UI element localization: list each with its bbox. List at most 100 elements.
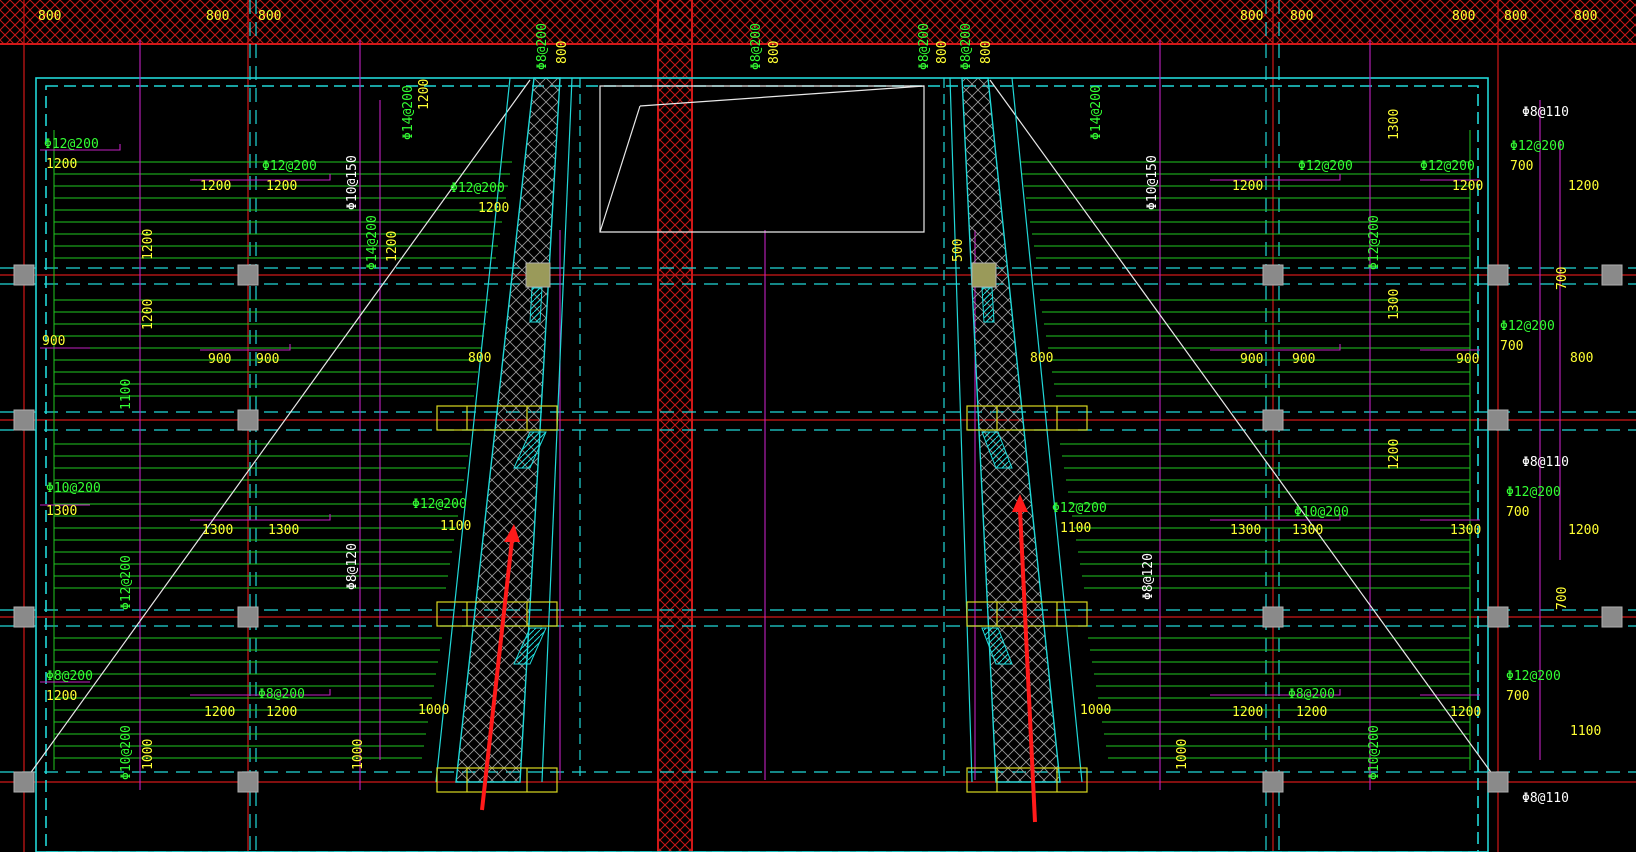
rebar-lines-right: [1020, 130, 1471, 770]
label-m6: 800: [767, 41, 782, 64]
label-r35: 1200: [1232, 705, 1263, 720]
top-dim-8: 800: [1574, 9, 1597, 24]
label-r38: 1100: [1570, 724, 1601, 739]
top-dim-1: 800: [38, 9, 61, 24]
label-l19: 800: [468, 351, 491, 366]
label-r33: 700: [1506, 689, 1529, 704]
label-r22: Φ12@200: [1506, 485, 1561, 500]
label-l10b: 1300: [268, 523, 299, 538]
label-l2: Φ12@200: [262, 159, 317, 174]
label-l21: 1000: [418, 703, 449, 718]
label-m3: Φ8@200: [917, 23, 932, 70]
label-r31: Φ8@120: [1141, 553, 1156, 600]
label-l10: 1300: [202, 523, 233, 538]
label-l2b: 1200: [200, 179, 231, 194]
label-m5: 800: [555, 41, 570, 64]
label-l11: Φ12@200: [412, 497, 467, 512]
label-l2c: 1200: [266, 179, 297, 194]
label-m4: Φ8@200: [959, 23, 974, 70]
label-l13: Φ8@200: [258, 687, 305, 702]
label-l12b: 1200: [46, 689, 77, 704]
label-r26: 1300: [1292, 523, 1323, 538]
label-r44: 700: [1555, 587, 1570, 610]
label-l3: Φ12@200: [450, 181, 505, 196]
label-r23: 700: [1506, 505, 1529, 520]
label-r18: Φ12@200: [1500, 319, 1555, 334]
label-l8: 900: [208, 352, 231, 367]
label-m2: Φ8@200: [749, 23, 764, 70]
label-l1: Φ12@200: [44, 137, 99, 152]
label-l18: Φ12@200: [119, 555, 134, 610]
label-r27: 1300: [1450, 523, 1481, 538]
label-r3: 700: [1510, 159, 1533, 174]
top-wall-hatch: [0, 0, 1636, 44]
label-l23: 1200: [141, 299, 156, 330]
label-r8: 1200: [1452, 179, 1483, 194]
label-r2: Φ12@200: [1510, 139, 1565, 154]
label-l14: 1200: [266, 705, 297, 720]
label-l5: Φ14@200: [401, 85, 416, 140]
label-r42: 700: [1555, 267, 1570, 290]
slab-diagonals: [23, 79, 1499, 783]
label-l15: Φ8@120: [345, 543, 360, 590]
label-r32: Φ12@200: [1506, 669, 1561, 684]
label-l16: Φ10@200: [119, 725, 134, 780]
label-l7: 900: [42, 334, 65, 349]
beam-outline: [35, 77, 1489, 852]
label-r17: 900: [1456, 352, 1479, 367]
label-m1: Φ8@200: [535, 23, 550, 70]
top-dim-6: 800: [1452, 9, 1475, 24]
label-r28: Φ12@200: [1052, 501, 1107, 516]
label-r9: Φ10@150: [1145, 155, 1160, 210]
label-r11: 1300: [1387, 109, 1402, 140]
label-r43: 1200: [1387, 439, 1402, 470]
label-l3b: 1200: [478, 201, 509, 216]
label-r40: 1000: [1175, 739, 1190, 770]
center-wall-hatch: [658, 0, 692, 852]
label-l9b: 1300: [46, 504, 77, 519]
top-dim-7: 800: [1504, 9, 1527, 24]
label-r36: 1200: [1296, 705, 1327, 720]
label-l16b: 1000: [141, 739, 156, 770]
label-r12: Φ12@200: [1367, 215, 1382, 270]
label-r14: 800: [1030, 351, 1053, 366]
label-l17: 1000: [351, 739, 366, 770]
label-r20: 800: [1570, 351, 1593, 366]
top-dim-3: 800: [258, 9, 281, 24]
label-r39: Φ8@110: [1522, 791, 1569, 806]
label-r25: 1300: [1230, 523, 1261, 538]
label-r29: 1100: [1060, 521, 1091, 536]
label-l6b: 1200: [385, 231, 400, 262]
top-dim-4: 800: [1240, 9, 1263, 24]
top-dim-5: 800: [1290, 9, 1313, 24]
label-r45: Φ10@200: [1367, 725, 1382, 780]
label-l22: 1200: [141, 229, 156, 260]
cad-drawing-canvas[interactable]: 800 800 800 800 800 800 800 800 Φ12@200 …: [0, 0, 1636, 852]
label-r6: 1200: [1232, 179, 1263, 194]
label-r15: 900: [1240, 352, 1263, 367]
label-r46: 500: [951, 239, 966, 262]
label-l1b: 1200: [46, 157, 77, 172]
label-r34: Φ8@200: [1288, 687, 1335, 702]
label-r19: 700: [1500, 339, 1523, 354]
label-r21: Φ8@110: [1522, 455, 1569, 470]
label-l11b: 1100: [440, 519, 471, 534]
label-l8b: 900: [256, 352, 279, 367]
top-dim-2: 800: [206, 9, 229, 24]
wedge-hatches: [513, 287, 1013, 665]
label-r10: Φ14@200: [1089, 85, 1104, 140]
label-r5: Φ12@200: [1298, 159, 1353, 174]
label-m8: 800: [979, 41, 994, 64]
label-r30: 1200: [1568, 523, 1599, 538]
label-l20: 1100: [119, 379, 134, 410]
rebar-lines-left: [53, 130, 512, 770]
dimension-lines: [40, 40, 1561, 790]
label-r1: Φ8@110: [1522, 105, 1569, 120]
label-r24: Φ10@200: [1294, 505, 1349, 520]
label-l12: Φ8@200: [46, 669, 93, 684]
label-l6: Φ14@200: [365, 215, 380, 270]
label-m7: 800: [935, 41, 950, 64]
label-r13: 1300: [1387, 289, 1402, 320]
label-l13b: 1200: [204, 705, 235, 720]
label-l5b: 1200: [417, 79, 432, 110]
